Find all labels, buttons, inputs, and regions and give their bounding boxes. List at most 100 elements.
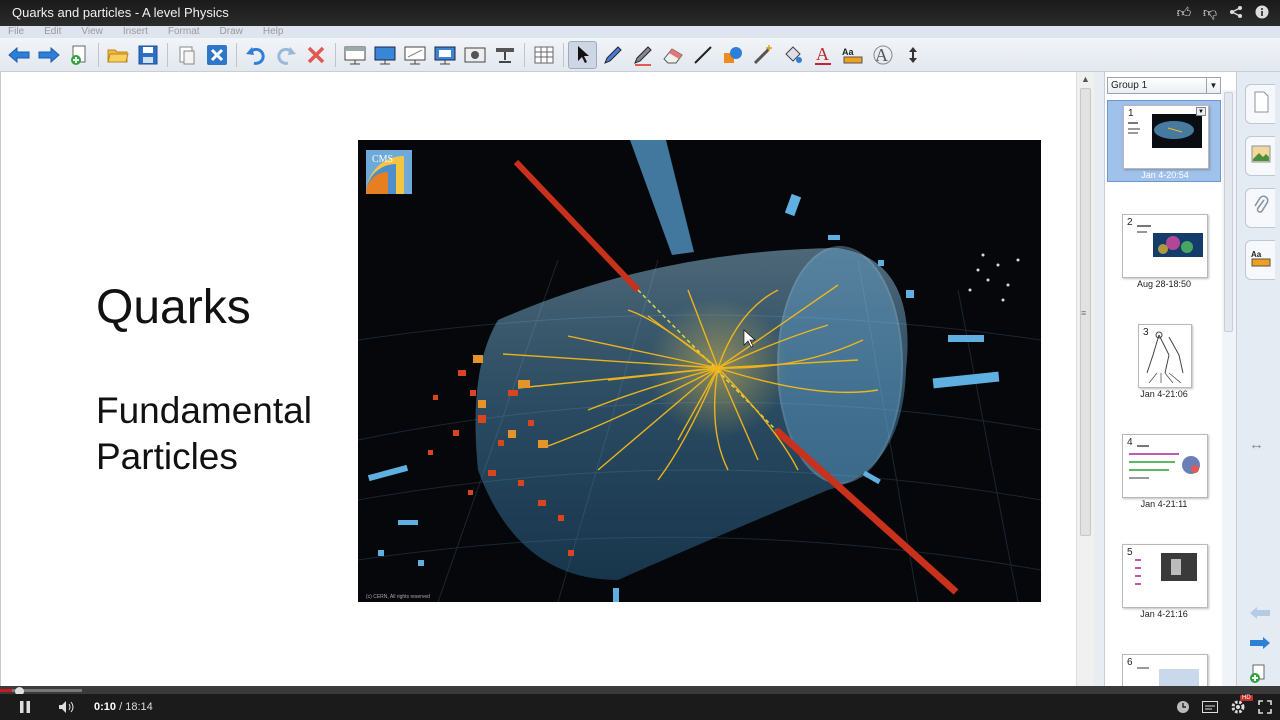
panel-divider[interactable] [1094,72,1104,686]
save-icon[interactable] [133,41,162,69]
page-number: 2 [1127,217,1133,228]
page-thumbnail-5[interactable]: 5 Jan 4-21:16 [1107,540,1221,622]
page-date: Jan 4-21:16 [1140,609,1188,619]
menu-help[interactable]: Help [263,26,284,38]
sidebar-forward-icon[interactable] [1249,636,1271,654]
sorter-scroll-thumb[interactable] [1224,92,1233,332]
page-number: 3 [1143,327,1149,338]
page-menu-icon[interactable]: ▼ [1196,107,1206,116]
menu-format[interactable]: Format [168,26,200,38]
move-toolbar-icon[interactable] [898,41,927,69]
add-page-icon[interactable] [64,41,93,69]
gallery-tab[interactable] [1245,136,1275,176]
forward-icon[interactable] [34,41,63,69]
pause-icon[interactable] [19,700,31,717]
hd-badge: HD [1240,695,1253,701]
undo-icon[interactable] [241,41,270,69]
menu-edit[interactable]: Edit [44,26,61,38]
page-thumbnail-4[interactable]: 4 Jan 4-21:11 [1107,430,1221,512]
whiteboard-canvas[interactable]: Quarks Fundamental Particles (c) CERN, A… [0,72,1076,686]
svg-text:Aa: Aa [842,47,854,57]
watch-later-icon[interactable] [1176,700,1190,717]
info-icon[interactable] [1254,3,1270,21]
menu-file[interactable]: File [8,26,24,38]
table-icon[interactable] [529,41,558,69]
video-title[interactable]: Quarks and particles - A level Physics [12,5,229,20]
delete-icon[interactable] [301,41,330,69]
redo-icon[interactable] [271,41,300,69]
select-icon[interactable] [568,40,597,69]
page-thumbnail-6[interactable]: 6 [1107,650,1221,686]
chevron-down-icon[interactable]: ▼ [1206,78,1220,93]
toolbar-separator [167,42,168,67]
video-top-bar: Quarks and particles - A level Physics 👍… [0,0,1280,26]
page-preview: 3 [1138,324,1192,388]
sidebar-add-page-icon[interactable] [1249,664,1267,688]
current-time: 0:10 [94,701,117,713]
clear-page-icon[interactable] [202,41,231,69]
dislike-icon[interactable]: 👎︎ [1202,3,1218,21]
text-icon[interactable]: A [808,41,837,69]
line-icon[interactable] [688,41,717,69]
subtitles-icon[interactable] [1202,701,1218,716]
menu-view[interactable]: View [81,26,103,38]
volume-icon[interactable] [58,700,76,717]
fullscreen-icon[interactable] [1258,700,1272,717]
svg-text:Aa: Aa [1251,250,1262,259]
canvas-scrollbar[interactable]: ▲ ≡ [1076,72,1094,686]
slide-subtitle[interactable]: Fundamental Particles [96,388,312,480]
settings-gear-icon[interactable] [1230,699,1246,718]
pen-icon[interactable] [598,41,627,69]
attachments-tab[interactable] [1245,188,1275,228]
magic-pen-icon[interactable] [748,41,777,69]
page-preview: 5 [1122,544,1208,608]
played-bar [0,689,12,692]
image-copyright: (c) CERN, All rights reserved [366,594,430,600]
collision-event-image[interactable]: (c) CERN, All rights reserved CMS [358,140,1041,602]
video-controls: 0:10 / 18:14 HD [0,694,1280,720]
group-select[interactable]: Group 1 ▼ [1107,77,1221,94]
sorter-scrollbar[interactable] [1222,90,1236,686]
menu-draw[interactable]: Draw [220,26,243,38]
properties-tab[interactable]: Aa [1245,240,1275,280]
page-thumbnail-3[interactable]: 3 Jan 4-21:06 [1107,320,1221,402]
shapes-icon[interactable] [718,41,747,69]
cms-logo: CMS [366,150,412,194]
page-number: 1 [1128,108,1134,119]
sidebar-back-icon[interactable] [1249,606,1271,624]
scroll-up-icon[interactable]: ▲ [1081,74,1090,84]
eraser-icon[interactable] [658,41,687,69]
creative-pen-icon[interactable] [628,41,657,69]
document-camera-icon[interactable] [490,41,519,69]
page-number: 6 [1127,657,1133,668]
slide-title[interactable]: Quarks [96,280,251,335]
video-time: 0:10 / 18:14 [94,701,153,713]
slide-subtitle-line-2: Particles [96,436,238,477]
open-icon[interactable] [103,41,132,69]
full-screen-icon[interactable] [370,41,399,69]
toolbar-separator [236,42,237,67]
resize-horizontal-icon[interactable]: ↔ [1249,436,1264,453]
properties-icon[interactable]: Aa [838,41,867,69]
grip-icon: ≡ [1081,308,1087,318]
page-sorter-tab[interactable] [1245,84,1275,124]
display-icon[interactable] [430,41,459,69]
menu-insert[interactable]: Insert [123,26,148,38]
page-thumbnail-1[interactable]: 1 ▼ Jan 4-20:54 [1107,100,1221,182]
screen-capture-icon[interactable] [460,41,489,69]
video-progress-bar[interactable] [0,686,1280,696]
share-icon[interactable] [1228,3,1244,21]
page-date: Jan 4-20:54 [1141,170,1189,180]
properties-tab-icon: Aa [1250,248,1272,273]
like-icon[interactable]: 👍︎ [1176,3,1192,21]
screen-shade-icon[interactable] [340,41,369,69]
handwriting-icon[interactable]: A [868,41,897,69]
svg-text:A: A [816,44,829,64]
paste-icon[interactable] [172,41,201,69]
page-number: 4 [1127,437,1133,448]
page-thumbnail-2[interactable]: 2 Aug 28-18:50 [1107,210,1221,292]
page-preview: 6 [1122,654,1208,686]
back-icon[interactable] [4,41,33,69]
dual-display-icon[interactable] [400,41,429,69]
fill-icon[interactable] [778,41,807,69]
